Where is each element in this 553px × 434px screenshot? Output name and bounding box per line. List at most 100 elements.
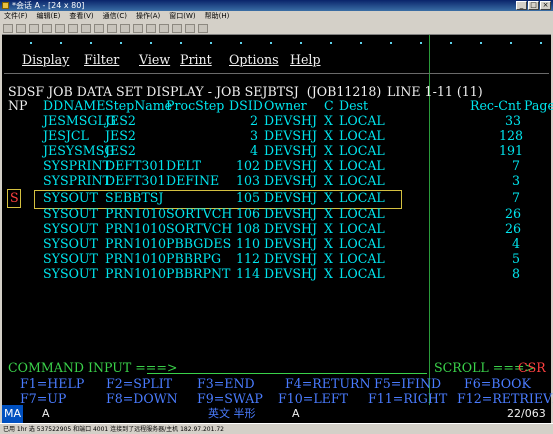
col-ddname[interactable]: DDNAME: [43, 99, 105, 113]
toolbar-button[interactable]: [159, 23, 169, 33]
close-button[interactable]: ×: [540, 1, 551, 10]
cell-reccnt: 5: [512, 251, 521, 266]
toolbar-button[interactable]: [81, 23, 91, 33]
terminal-screen[interactable]: Display Filter View Print Options Help S…: [2, 34, 553, 406]
pf11-key[interactable]: F11=RIGHT: [368, 392, 447, 406]
session-indicator: A: [42, 407, 50, 420]
col-procstep[interactable]: ProcStep: [166, 99, 224, 113]
menu-help[interactable]: 帮助(H): [205, 11, 230, 22]
operator-info-area: MA A 英文 半形 A 22/063: [2, 405, 551, 423]
cell-stepname: DEFT301: [105, 173, 166, 188]
cell-owner: DEVSHJ: [264, 266, 318, 281]
pf9-key[interactable]: F9=SWAP: [197, 392, 263, 406]
cell-stepname: JES2: [105, 113, 136, 128]
menu-view[interactable]: 查看(V): [69, 11, 93, 22]
col-dest[interactable]: Dest: [339, 99, 368, 113]
cell-reccnt: 4: [512, 236, 521, 251]
cell-ddname: SYSOUT: [43, 266, 98, 281]
action-bar-separator: [4, 73, 549, 74]
cell-owner: DEVSHJ: [264, 236, 318, 251]
cell-stepname: JES2: [105, 128, 136, 143]
toolbar-button[interactable]: [198, 23, 208, 33]
cell-owner: DEVSHJ: [264, 128, 318, 143]
status-bar: 已用 1hr 选 537522905 和端口 4001 连接到了远程服务器/主机…: [0, 423, 553, 434]
cell-dsid: 114: [236, 266, 261, 281]
cell-dsid: 108: [236, 221, 261, 236]
col-owner[interactable]: Owner: [264, 99, 307, 113]
cell-dest: LOCAL: [339, 158, 385, 173]
action-filter[interactable]: Filter: [84, 53, 119, 67]
pf5-key[interactable]: F5=IFIND: [374, 377, 441, 391]
toolbar-button[interactable]: [94, 23, 104, 33]
np-input[interactable]: S: [10, 191, 19, 205]
cell-reccnt: 26: [505, 221, 522, 236]
cell-stepname: PRN1010: [105, 266, 167, 281]
toolbar-button[interactable]: [107, 23, 117, 33]
pf6-key[interactable]: F6=BOOK: [464, 377, 531, 391]
cell-owner: DEVSHJ: [264, 143, 318, 158]
cell-reccnt: 191: [499, 143, 524, 158]
toolbar-button[interactable]: [29, 23, 39, 33]
cell-reccnt: 33: [505, 113, 522, 128]
pf2-key[interactable]: F2=SPLIT: [106, 377, 172, 391]
toolbar-button[interactable]: [42, 23, 52, 33]
toolbar-button[interactable]: [16, 23, 26, 33]
menu-edit[interactable]: 编辑(E): [37, 11, 61, 22]
col-c[interactable]: C: [324, 99, 334, 113]
cell-stepname: JES2: [105, 143, 136, 158]
status-text: 已用 1hr 选 537522905 和端口 4001 连接到了远程服务器/主机…: [3, 426, 224, 433]
pf10-key[interactable]: F10=LEFT: [278, 392, 348, 406]
cell-procstep: SORTVCH: [166, 221, 233, 236]
action-view[interactable]: View: [139, 53, 170, 67]
cell-owner: DEVSHJ: [264, 173, 318, 188]
pf1-key[interactable]: F1=HELP: [20, 377, 84, 391]
pf4-key[interactable]: F4=RETURN: [285, 377, 371, 391]
toolbar-button[interactable]: [55, 23, 65, 33]
cell-ddname: SYSOUT: [43, 190, 98, 205]
action-bar-dots: [2, 39, 551, 49]
cell-stepname: PRN1010: [105, 206, 167, 221]
action-print[interactable]: Print: [180, 53, 212, 67]
ime-indicator[interactable]: 英文 半形: [208, 405, 256, 423]
cell-c: X: [324, 236, 333, 251]
action-help[interactable]: Help: [290, 53, 321, 67]
pf7-key[interactable]: F7=UP: [20, 392, 66, 406]
cell-stepname: DEFT301: [105, 158, 166, 173]
toolbar-button[interactable]: [120, 23, 130, 33]
toolbar-button[interactable]: [146, 23, 156, 33]
maximize-button[interactable]: □: [528, 1, 539, 10]
menu-window[interactable]: 窗口(W): [169, 11, 195, 22]
pf8-key[interactable]: F8=DOWN: [106, 392, 178, 406]
cell-ddname: SYSOUT: [43, 236, 98, 251]
col-page[interactable]: Page: [524, 99, 553, 113]
cell-stepname: PRN1010: [105, 221, 167, 236]
toolbar-button[interactable]: [185, 23, 195, 33]
pf3-key[interactable]: F3=END: [197, 377, 255, 391]
menu-communication[interactable]: 通信(C): [103, 11, 127, 22]
toolbar-button[interactable]: [172, 23, 182, 33]
toolbar-button[interactable]: [68, 23, 78, 33]
toolbar-button[interactable]: [3, 23, 13, 33]
cell-ddname: SYSOUT: [43, 221, 98, 236]
toolbar-button[interactable]: [133, 23, 143, 33]
cell-c: X: [324, 190, 333, 205]
command-input[interactable]: [147, 361, 427, 374]
scroll-input[interactable]: CSR: [518, 361, 546, 375]
cell-dsid: 102: [236, 158, 261, 173]
col-reccnt[interactable]: Rec-Cnt: [470, 99, 521, 113]
cell-procstep: DEFINE: [166, 173, 220, 188]
cell-reccnt: 26: [505, 206, 522, 221]
action-options[interactable]: Options: [229, 53, 279, 67]
pf12-key[interactable]: F12=RETRIEVE: [457, 392, 553, 406]
input-mode-indicator: A: [292, 407, 300, 420]
menu-file[interactable]: 文件(F): [4, 11, 28, 22]
cell-dsid: 110: [236, 236, 261, 251]
menu-actions[interactable]: 操作(A): [136, 11, 160, 22]
cell-dest: LOCAL: [339, 206, 385, 221]
cell-ddname: JESJCL: [43, 128, 89, 143]
col-stepname[interactable]: StepName: [105, 99, 172, 113]
action-display[interactable]: Display: [22, 53, 69, 67]
minimize-button[interactable]: _: [516, 1, 527, 10]
col-dsid[interactable]: DSID: [229, 99, 263, 113]
cell-dsid: 4: [250, 143, 259, 158]
